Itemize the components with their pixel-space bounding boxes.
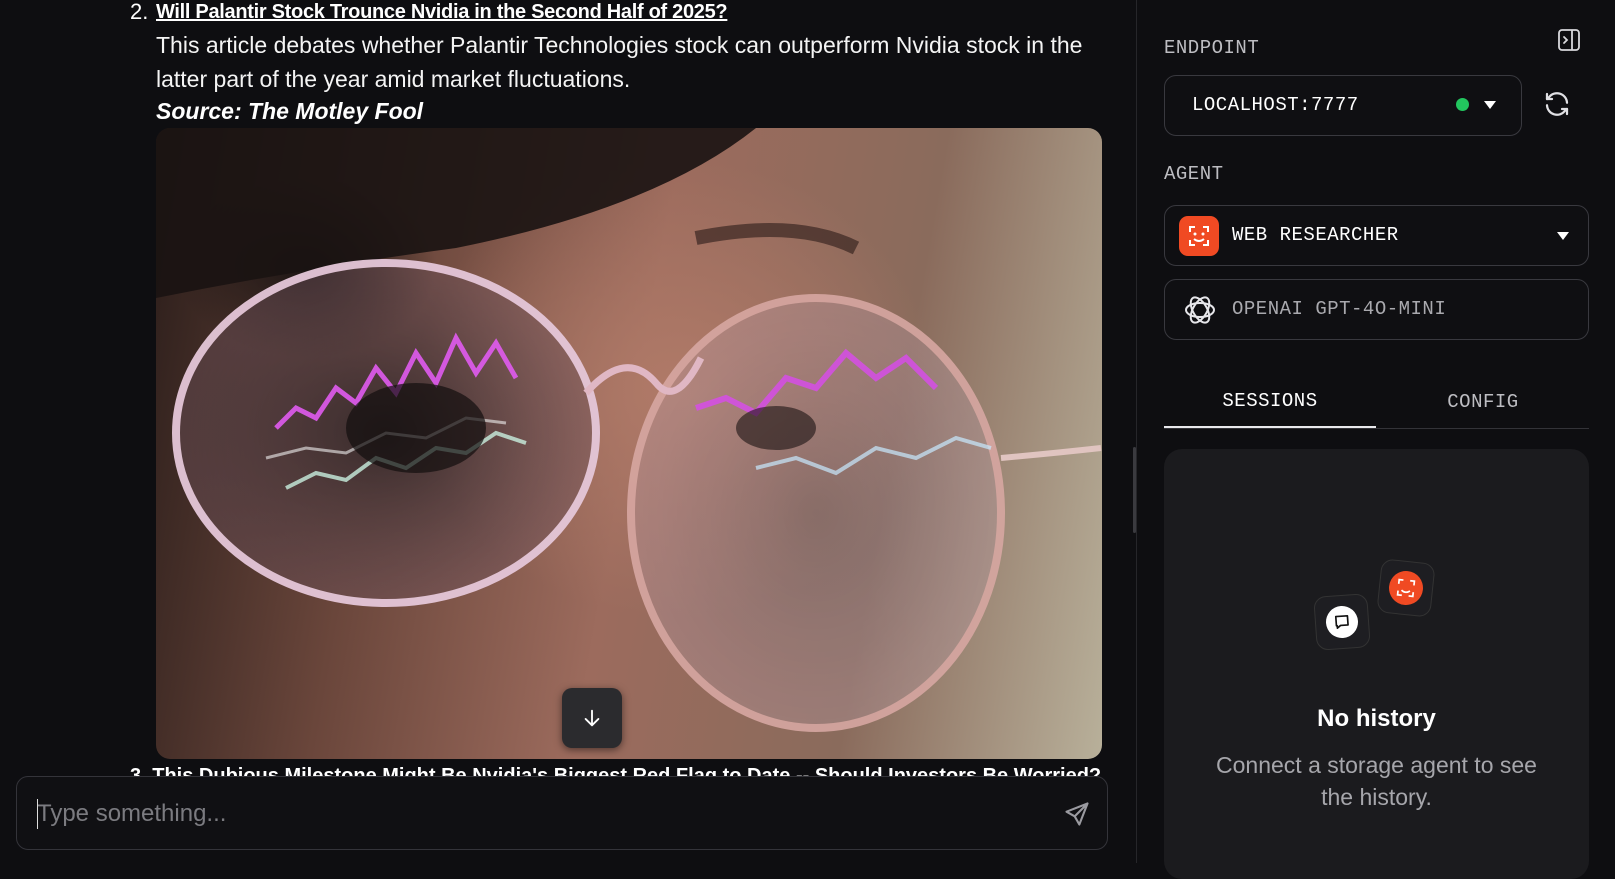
tab-config[interactable]: CONFIG	[1377, 376, 1589, 428]
refresh-icon	[1545, 92, 1569, 116]
endpoint-value: LOCALHOST:7777	[1192, 94, 1359, 116]
panel-toggle-icon	[1558, 29, 1580, 51]
chevron-down-icon	[1484, 101, 1496, 109]
collapse-sidebar-button[interactable]	[1557, 28, 1581, 52]
list-item-number: 2.	[130, 0, 149, 24]
tab-sessions[interactable]: SESSIONS	[1164, 376, 1376, 428]
arrow-down-icon	[584, 709, 600, 727]
message-input[interactable]	[35, 795, 1019, 833]
openai-logo-icon	[1185, 296, 1215, 324]
chat-bubble-tile	[1313, 593, 1371, 651]
empty-state-title: No history	[1317, 705, 1436, 732]
agent-scan-icon	[1387, 569, 1425, 607]
endpoint-select[interactable]: LOCALHOST:7777	[1164, 75, 1522, 136]
send-icon	[1065, 802, 1089, 826]
agent-select[interactable]: WEB RESEARCHER	[1164, 205, 1589, 266]
scroll-down-button[interactable]	[562, 688, 622, 748]
resize-handle[interactable]	[1133, 447, 1136, 533]
chat-bubble-icon	[1324, 604, 1360, 640]
agent-label: AGENT	[1164, 163, 1224, 185]
endpoint-label: ENDPOINT	[1164, 37, 1260, 59]
article-image	[156, 128, 1102, 759]
agent-name: WEB RESEARCHER	[1232, 224, 1399, 246]
chevron-down-icon	[1557, 232, 1569, 240]
article-description: This article debates whether Palantir Te…	[156, 32, 1083, 92]
connection-status-dot	[1456, 98, 1469, 111]
model-name: OPENAI GPT-4O-MINI	[1232, 298, 1447, 320]
empty-state-description: Connect a storage agent to see the histo…	[1216, 752, 1537, 810]
article-title-link[interactable]: Will Palantir Stock Trounce Nvidia in th…	[156, 0, 728, 24]
article-source: Source: The Motley Fool	[156, 98, 424, 124]
agent-avatar	[1179, 216, 1219, 256]
text-caret	[37, 799, 38, 829]
agent-tile	[1376, 558, 1436, 618]
agent-scan-icon	[1189, 226, 1209, 246]
refresh-button[interactable]	[1542, 89, 1574, 121]
model-field: OPENAI GPT-4O-MINI	[1164, 279, 1589, 340]
send-button[interactable]	[1061, 798, 1093, 830]
glasses-illustration	[156, 128, 1102, 732]
chat-panel: 2. Will Palantir Stock Trounce Nvidia in…	[0, 0, 1136, 863]
history-empty-state: No history Connect a storage agent to se…	[1164, 449, 1589, 879]
message-input-bar	[16, 776, 1108, 850]
sidebar-tabs: SESSIONS CONFIG	[1164, 376, 1589, 429]
